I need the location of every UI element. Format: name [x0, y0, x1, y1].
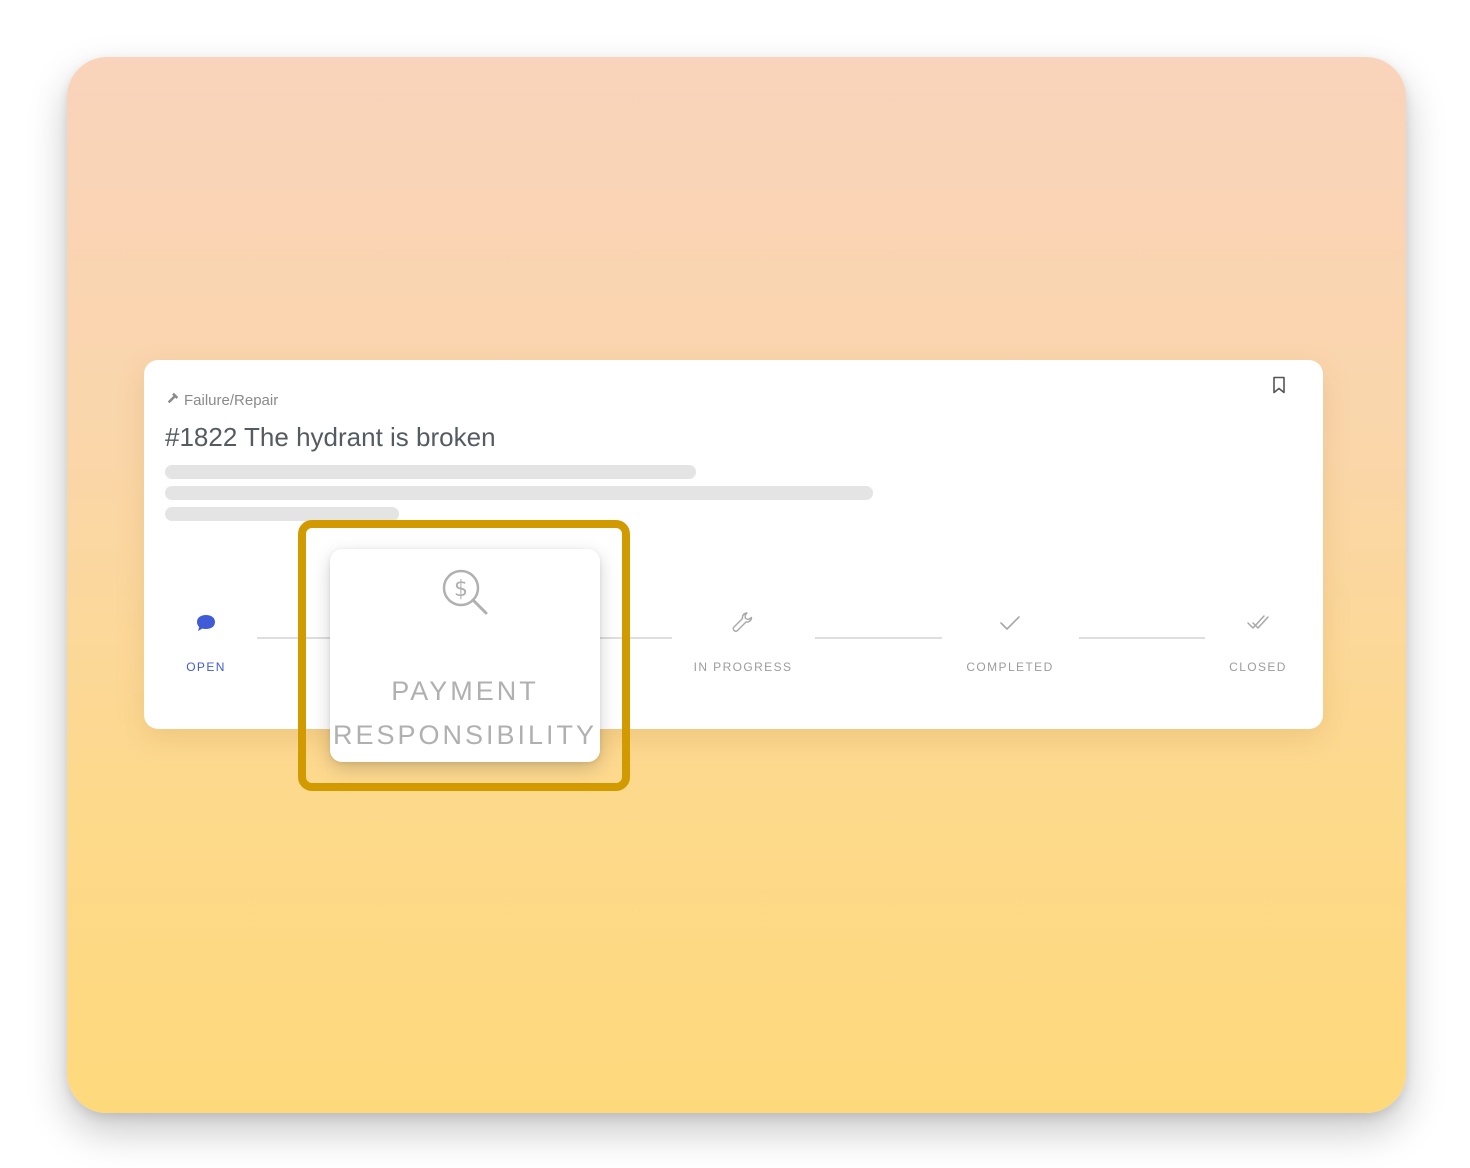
hammer-icon: [166, 391, 180, 409]
step-label: CLOSED: [1229, 660, 1287, 674]
step-label: IN PROGRESS: [693, 660, 793, 674]
step-open[interactable]: OPEN: [146, 610, 266, 674]
text-placeholder-line: [165, 486, 873, 500]
dollar-search-icon: $: [440, 567, 492, 619]
step-connector: [815, 637, 942, 639]
chat-bubble-icon: [193, 610, 219, 636]
issue-title: #1822 The hydrant is broken: [165, 422, 496, 452]
issue-category: Failure/Repair: [166, 391, 278, 409]
text-placeholder-line: [165, 465, 696, 479]
svg-text:$: $: [454, 577, 468, 602]
payment-responsibility-popup[interactable]: $ PAYMENT RESPONSIBILITY: [330, 549, 600, 762]
step-in-progress[interactable]: IN PROGRESS: [683, 610, 803, 674]
bookmark-icon[interactable]: [1271, 376, 1287, 394]
step-completed[interactable]: COMPLETED: [950, 610, 1070, 674]
text-placeholder-line: [165, 507, 399, 521]
step-connector: [1079, 637, 1205, 639]
check-icon: [997, 610, 1023, 636]
popup-label-line2: RESPONSIBILITY: [332, 720, 598, 750]
step-label: OPEN: [186, 660, 226, 674]
issue-category-label: Failure/Repair: [184, 391, 279, 409]
step-label: COMPLETED: [966, 660, 1054, 674]
popup-label: PAYMENT RESPONSIBILITY: [330, 669, 600, 757]
step-closed[interactable]: CLOSED: [1198, 610, 1318, 674]
popup-label-line1: PAYMENT: [391, 676, 539, 706]
double-check-icon: [1245, 610, 1271, 636]
wrench-icon: [730, 610, 756, 636]
